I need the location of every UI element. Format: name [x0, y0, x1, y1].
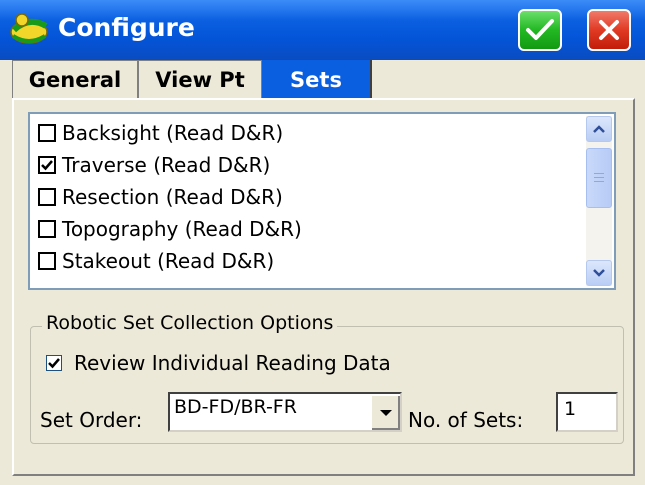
num-sets-input[interactable]: 1: [556, 392, 618, 432]
checkbox[interactable]: [38, 252, 56, 270]
close-button[interactable]: [587, 9, 631, 51]
title-bar: Configure: [0, 0, 645, 60]
sets-listbox[interactable]: Backsight (Read D&R) Traverse (Read D&R)…: [28, 112, 616, 290]
configure-dialog: Configure General View Pt Sets Backsight…: [0, 0, 645, 485]
list-item-resection[interactable]: Resection (Read D&R): [38, 182, 283, 212]
list-item-label: Topography (Read D&R): [62, 217, 302, 241]
chevron-down-icon: [593, 269, 605, 277]
list-item-topography[interactable]: Topography (Read D&R): [38, 214, 302, 244]
check-icon: [526, 19, 554, 40]
scroll-up-button[interactable]: [586, 116, 612, 142]
list-item-label: Stakeout (Read D&R): [62, 249, 275, 273]
review-checkbox[interactable]: [46, 355, 62, 371]
list-item-stakeout[interactable]: Stakeout (Read D&R): [38, 246, 274, 276]
checkbox[interactable]: [38, 156, 56, 174]
tab-general[interactable]: General: [12, 60, 138, 98]
checkbox[interactable]: [38, 220, 56, 238]
set-order-dropdown-button[interactable]: [370, 394, 400, 430]
checkbox[interactable]: [38, 124, 56, 142]
set-order-select[interactable]: BD-FD/BR-FR: [168, 392, 402, 432]
app-icon: [10, 13, 48, 44]
scroll-thumb[interactable]: [586, 148, 612, 208]
check-icon: [48, 358, 60, 369]
chevron-up-icon: [593, 125, 605, 133]
tab-sets[interactable]: Sets: [262, 60, 370, 98]
group-title: Robotic Set Collection Options: [42, 312, 338, 334]
set-order-value: BD-FD/BR-FR: [174, 396, 297, 418]
checkbox[interactable]: [38, 188, 56, 206]
list-item-label: Traverse (Read D&R): [62, 153, 271, 177]
set-order-label: Set Order:: [40, 408, 143, 432]
review-label: Review Individual Reading Data: [74, 351, 391, 375]
close-icon: [599, 20, 619, 40]
ok-button[interactable]: [518, 9, 562, 51]
dropdown-arrow-icon: [380, 410, 392, 416]
list-item-backsight[interactable]: Backsight (Read D&R): [38, 118, 283, 148]
list-item-label: Resection (Read D&R): [62, 185, 283, 209]
list-item-traverse[interactable]: Traverse (Read D&R): [38, 150, 270, 180]
review-individual-reading-option[interactable]: Review Individual Reading Data: [46, 350, 391, 376]
num-sets-label: No. of Sets:: [408, 408, 524, 432]
check-icon: [41, 160, 53, 171]
list-item-label: Backsight (Read D&R): [62, 121, 284, 145]
vertical-scrollbar[interactable]: [586, 116, 612, 286]
tab-view-pt[interactable]: View Pt: [138, 60, 262, 98]
window-title: Configure: [58, 13, 195, 42]
scroll-down-button[interactable]: [586, 260, 612, 286]
